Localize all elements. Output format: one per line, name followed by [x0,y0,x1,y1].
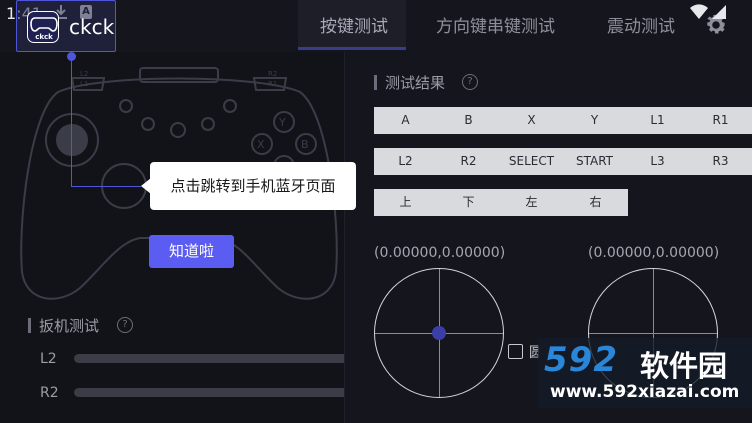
gamepad-r1-label: R1 [268,80,277,88]
result-l1: L1 [626,107,689,134]
guide-line-horizontal [71,186,141,187]
gamepad-l2-label: L2 [80,70,88,78]
gamepad-b-label: B [301,138,309,151]
result-x: X [500,107,563,134]
app-shortcut-highlight[interactable]: ckck ckck [16,0,116,52]
stick-option-checkbox[interactable] [508,344,523,359]
tab-button-test[interactable]: 按键测试 [320,12,388,37]
trigger-help-icon[interactable]: ? [117,317,133,333]
gamepad-r2-label: R2 [268,70,277,78]
gamepad-y-label: Y [278,116,286,129]
signal-icon [712,5,726,19]
gamepad-x-label: X [257,138,265,151]
bluetooth-tooltip: 点击跳转到手机蓝牙页面 [150,162,356,210]
wifi-icon [690,4,708,20]
app-logo: ckck [27,11,59,43]
left-stick-dot [432,326,446,340]
results-section-marker [374,75,377,90]
tab-active-indicator [298,47,406,50]
gamepad-icon [30,17,58,32]
trigger-l2-bar [74,354,344,363]
result-l2: L2 [374,148,437,175]
right-stick-coord: (0.00000,0.00000) [588,245,720,261]
watermark-logo: 592 [544,340,618,380]
result-start: START [563,148,626,175]
left-stick-coord: (0.00000,0.00000) [374,245,506,261]
trigger-section-marker [28,318,31,333]
trigger-r2-label: R2 [40,385,59,401]
left-stick-pad [374,268,504,398]
got-it-button[interactable]: 知道啦 [149,235,234,268]
result-r2: R2 [437,148,500,175]
trigger-r2-bar [74,388,344,397]
tab-dpad-combo-test[interactable]: 方向键串键测试 [436,12,555,37]
app-logo-label: ckck [35,33,53,41]
result-select: SELECT [500,148,563,175]
trigger-test-title: 扳机测试 [39,317,100,335]
result-left: 左 [500,189,563,216]
gamepad-l1-label: L1 [80,80,88,88]
app-name: ckck [69,15,115,39]
result-b: B [437,107,500,134]
result-l3: L3 [626,148,689,175]
guide-line-vertical [71,60,72,186]
watermark: 592 软件园 www.592xiazai.com [538,338,752,408]
result-right: 右 [563,189,628,216]
result-r1: R1 [689,107,752,134]
trigger-l2-label: L2 [40,351,57,367]
results-help-icon[interactable]: ? [462,74,478,90]
result-a: A [374,107,437,134]
panel-divider [344,52,345,423]
watermark-url: www.592xiazai.com [550,382,740,402]
result-down: 下 [437,189,500,216]
watermark-name: 软件园 [640,349,728,383]
result-y: Y [563,107,626,134]
test-results-title: 测试结果 [385,74,446,92]
result-r3: R3 [689,148,752,175]
result-up: 上 [374,189,437,216]
tab-vibration-test[interactable]: 震动测试 [607,12,675,37]
